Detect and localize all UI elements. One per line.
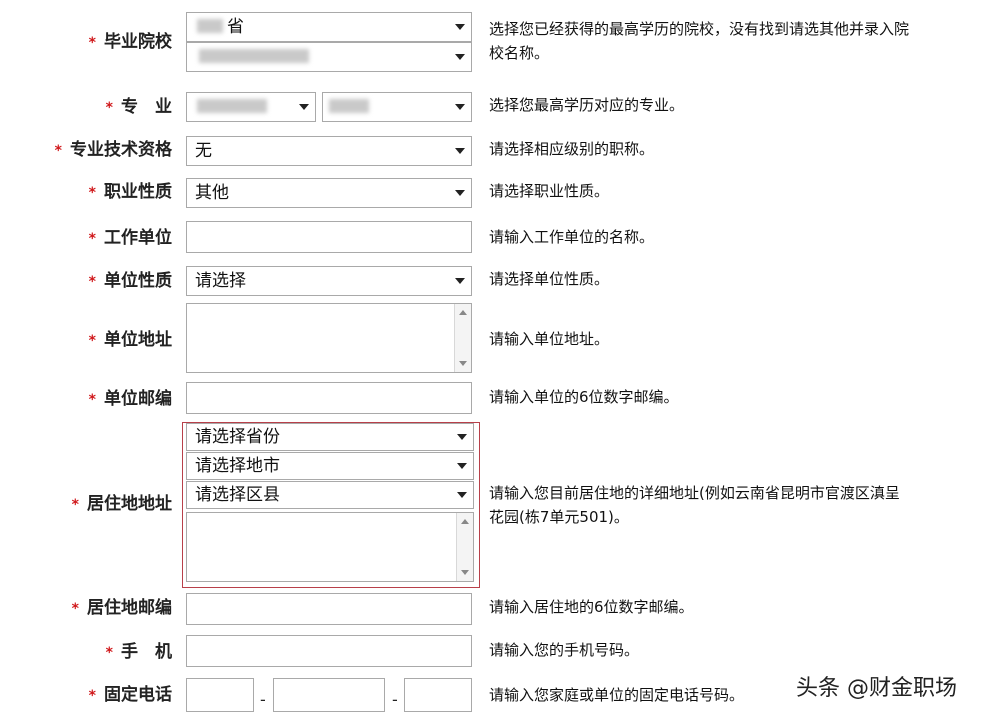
watermark: 头条 @财金职场 (796, 676, 957, 701)
province-select[interactable]: 请选择省份 (186, 423, 474, 451)
label-major: * 专 业 (105, 97, 172, 117)
hint-residence-address: 请输入您目前居住地的详细地址(例如云南省昆明市官渡区滇呈 (489, 484, 900, 502)
label-employer-type: * 单位性质 (88, 271, 172, 291)
landline-area-code-input[interactable] (186, 678, 254, 712)
residence-zip-input[interactable] (186, 593, 472, 625)
chevron-down-icon (455, 190, 465, 196)
hint-employer: 请输入工作单位的名称。 (489, 228, 655, 246)
label-mobile: * 手 机 (105, 642, 172, 662)
employer-zip-input[interactable] (186, 382, 472, 414)
separator-dash: - (392, 690, 398, 709)
chevron-down-icon (455, 104, 465, 110)
career-nature-select[interactable]: 其他 (186, 178, 472, 208)
chevron-down-icon (455, 278, 465, 284)
separator-dash: - (260, 690, 266, 709)
landline-extension-input[interactable] (404, 678, 472, 712)
hint-landline: 请输入您家庭或单位的固定电话号码。 (489, 686, 745, 704)
label-employer-address: * 单位地址 (88, 330, 172, 350)
hint-school: 选择您已经获得的最高学历的院校，没有找到请选其他并录入院 (489, 20, 910, 38)
chevron-down-icon (455, 24, 465, 30)
mobile-input[interactable] (186, 635, 472, 667)
label-residence-zip: * 居住地邮编 (71, 598, 172, 618)
employer-type-select[interactable]: 请选择 (186, 266, 472, 296)
blurred-text (199, 49, 309, 63)
label-professional-title: * 专业技术资格 (54, 140, 172, 160)
major-category-select[interactable] (186, 92, 316, 122)
chevron-down-icon (457, 492, 467, 498)
textarea-scrollbar[interactable] (454, 304, 471, 372)
city-select[interactable]: 请选择地市 (186, 452, 474, 480)
school-province-select[interactable]: 省 (186, 12, 472, 42)
hint-employer-address: 请输入单位地址。 (489, 330, 610, 348)
blurred-text (329, 99, 369, 113)
chevron-down-icon (457, 434, 467, 440)
hint-professional-title: 请选择相应级别的职称。 (489, 140, 655, 158)
employer-address-textarea[interactable] (186, 303, 472, 373)
label-employer-zip: * 单位邮编 (88, 389, 172, 409)
blurred-text (197, 19, 223, 33)
chevron-down-icon (455, 54, 465, 60)
hint-career-nature: 请选择职业性质。 (489, 182, 610, 200)
chevron-down-icon (457, 463, 467, 469)
scroll-down-icon[interactable] (459, 361, 467, 366)
professional-title-select[interactable]: 无 (186, 136, 472, 166)
scroll-up-icon[interactable] (461, 519, 469, 524)
textarea-scrollbar[interactable] (456, 513, 473, 581)
label-landline: * 固定电话 (88, 685, 172, 705)
hint-mobile: 请输入您的手机号码。 (489, 641, 640, 659)
label-graduate-school: * 毕业院校 (88, 32, 172, 52)
label-career-nature: * 职业性质 (88, 182, 172, 202)
hint-employer-type: 请选择单位性质。 (489, 270, 610, 288)
employer-input[interactable] (186, 221, 472, 253)
district-select[interactable]: 请选择区县 (186, 481, 474, 509)
blurred-text (197, 99, 267, 113)
hint-employer-zip: 请输入单位的6位数字邮编。 (489, 388, 679, 406)
chevron-down-icon (455, 148, 465, 154)
residence-detail-textarea[interactable] (186, 512, 474, 582)
scroll-down-icon[interactable] (461, 570, 469, 575)
label-residence-address: * 居住地地址 (71, 494, 172, 514)
scroll-up-icon[interactable] (459, 310, 467, 315)
hint-residence-zip: 请输入居住地的6位数字邮编。 (489, 598, 694, 616)
major-name-select[interactable] (322, 92, 472, 122)
school-name-select[interactable] (186, 42, 472, 72)
chevron-down-icon (299, 104, 309, 110)
label-employer: * 工作单位 (88, 228, 172, 248)
hint-major: 选择您最高学历对应的专业。 (489, 96, 685, 114)
hint-school-2: 校名称。 (489, 44, 550, 62)
hint-residence-address-2: 花园(栋7单元501)。 (489, 508, 629, 526)
landline-number-input[interactable] (273, 678, 385, 712)
